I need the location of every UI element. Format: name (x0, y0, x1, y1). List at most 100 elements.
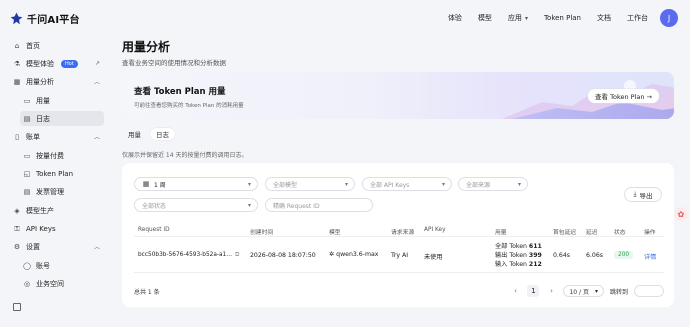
token-total: 全部 Token 611 (495, 243, 542, 250)
cube-icon: ◈ (14, 206, 20, 215)
status-select[interactable]: 全部状态 ▾ (134, 198, 258, 212)
sidebar-item-home[interactable]: ⌂ 首页 (10, 38, 104, 53)
sidebar-item-token-plan[interactable]: ◱ Token Plan (20, 166, 104, 181)
request-id-input[interactable]: 精确 Request ID (265, 198, 373, 212)
chevron-down-icon: ▾ (517, 181, 521, 188)
sidebar-item-logs[interactable]: ▤ 日志 (20, 111, 104, 126)
next-page-icon[interactable]: › (545, 285, 557, 297)
prev-page-icon[interactable]: ‹ (509, 285, 521, 297)
view-token-plan-button[interactable]: 查看 Token Plan → (588, 89, 659, 103)
chevron-up-icon: ︿ (93, 244, 100, 251)
page-size-select[interactable]: 10 / 页 ▾ (563, 285, 604, 297)
sidebar-item-model-production[interactable]: ◈ 模型生产 (10, 203, 104, 218)
banner-description: 可前往查看您购买的 Token Plan 的消耗用量 (134, 103, 244, 109)
chevron-down-icon: ▾ (247, 181, 251, 188)
model-cell: ✲ qwen3.6-max (329, 251, 379, 258)
gear-icon: ⚙ (13, 242, 21, 251)
details-link[interactable]: 详情 (644, 252, 656, 261)
source-select[interactable]: 全部来源 ▾ (458, 177, 528, 191)
brand-logo[interactable]: 千问AI平台 (10, 11, 80, 26)
col-model: 模型 (329, 230, 341, 236)
home-icon: ⌂ (14, 41, 20, 50)
invoice-icon: ▤ (23, 187, 31, 196)
collapse-sidebar-icon[interactable] (13, 303, 21, 311)
token-output: 输出 Token 399 (495, 252, 542, 259)
sidebar-item-model-experience[interactable]: ⚗ 模型体验 Hot ↗ (10, 56, 104, 71)
page-number[interactable]: 1 (527, 285, 540, 297)
source-cell: Try AI (391, 252, 409, 259)
col-status: 状态 (614, 230, 626, 236)
chevron-down-icon: ▾ (594, 287, 598, 295)
total-count: 总共 1 条 (134, 289, 160, 296)
retention-note: 仅展示并保留近 14 天的按量付费的调用日志。 (122, 152, 248, 159)
top-nav: 体验 模型 应用 ▾ Token Plan 文档 工作台 J (432, 0, 678, 36)
nav-apps[interactable]: 应用 ▾ (508, 13, 528, 23)
model-select[interactable]: 全部模型 ▾ (265, 177, 355, 191)
brand-name: 千问AI平台 (27, 15, 80, 26)
bill-icon: ▯ (15, 132, 19, 141)
created-cell: 2026-08-08 18:07:50 (250, 252, 316, 259)
page-title: 用量分析 (122, 40, 171, 54)
logs-card: ▦ 1 周 ▾ 全部模型 ▾ 全部 API Keys ▾ 全部来源 ▾ ⤓ 导出… (122, 163, 674, 307)
chevron-down-icon: ▾ (344, 181, 348, 188)
col-action: 操作 (644, 230, 656, 236)
sidebar-group-usage-analysis[interactable]: ▦ 用量分析 ︿ (10, 74, 104, 89)
nav-workbench[interactable]: 工作台 (627, 13, 648, 23)
hot-badge: Hot (61, 59, 78, 68)
user-avatar[interactable]: J (660, 9, 678, 27)
col-source: 请求来源 (391, 230, 415, 236)
nav-token-plan[interactable]: Token Plan (544, 14, 581, 22)
chevron-down-icon: ▾ (247, 202, 251, 209)
tab-usage[interactable]: 用量 (122, 128, 147, 140)
sidebar-item-workspace[interactable]: ◎ 业务空间 (20, 276, 104, 291)
api-key-cell: 未使用 (424, 254, 443, 261)
plan-icon: ◱ (23, 169, 31, 178)
time-range-select[interactable]: ▦ 1 周 ▾ (134, 177, 258, 191)
top-bar: 千问AI平台 体验 模型 应用 ▾ Token Plan 文档 工作台 J (0, 0, 690, 36)
col-latency: 延迟 (586, 230, 598, 236)
table-row: bcc50b3b-5676-4593-b52a-a1… ⧉ 2026-08-08… (134, 239, 664, 273)
sidebar-item-account[interactable]: ◯ 账号 (20, 258, 104, 273)
token-input: 输入 Token 212 (495, 261, 542, 268)
jump-page-input[interactable] (634, 285, 664, 297)
api-key-select[interactable]: 全部 API Keys ▾ (362, 177, 452, 191)
sidebar-group-settings[interactable]: ⚙ 设置 ︿ (10, 239, 104, 254)
space-icon: ◎ (23, 279, 31, 288)
chevron-down-icon: ▾ (441, 181, 445, 188)
sidebar-item-usage[interactable]: ▭ 用量 (20, 93, 104, 108)
chart-icon: ▦ (13, 77, 21, 86)
col-usage: 用量 (495, 230, 507, 236)
sidebar-item-api-keys[interactable]: ⚿ API Keys (10, 221, 104, 236)
nav-docs[interactable]: 文档 (597, 13, 611, 23)
sidebar-item-invoice[interactable]: ▤ 发票管理 (20, 184, 104, 199)
tab-logs[interactable]: 日志 (150, 128, 175, 140)
key-icon: ⚿ (14, 224, 20, 233)
col-request-id: Request ID (138, 227, 170, 233)
bar-icon: ▭ (23, 96, 31, 105)
sidebar: ⌂ 首页 ⚗ 模型体验 Hot ↗ ▦ 用量分析 ︿ ▭ 用量 ▤ 日志 ▯ 账… (0, 36, 112, 327)
banner-title: 查看 Token Plan 用量 (134, 87, 226, 97)
brand-logo-icon (10, 12, 23, 25)
nav-experience[interactable]: 体验 (448, 13, 462, 23)
latency-cell: 6.06s (586, 252, 604, 259)
view-tabs: 用量 日志 (122, 128, 175, 140)
copy-icon[interactable]: ⧉ (235, 251, 239, 259)
model-logo-icon: ✲ (329, 251, 335, 258)
floating-assistant-icon[interactable]: ✿ (674, 207, 688, 221)
flask-icon: ⚗ (13, 59, 21, 68)
status-badge: 200 (614, 251, 634, 259)
export-button[interactable]: ⤓ 导出 (624, 187, 662, 202)
col-created: 创建时间 (250, 230, 274, 236)
usage-cell: 全部 Token 611 输出 Token 399 输入 Token 212 (495, 242, 542, 269)
col-api-key: API Key (424, 227, 446, 233)
pager: ‹ 1 › 10 / 页 ▾ 跳转到 (509, 284, 664, 298)
sidebar-group-billing[interactable]: ▯ 账单 ︿ (10, 129, 104, 144)
token-plan-banner: 查看 Token Plan 用量 可前往查看您购买的 Token Plan 的消… (122, 72, 674, 119)
sidebar-item-pay-as-you-go[interactable]: ▭ 按量付费 (20, 148, 104, 163)
col-first-latency: 首包延迟 (553, 230, 577, 236)
request-id-cell: bcc50b3b-5676-4593-b52a-a1… (138, 252, 232, 258)
calendar-icon: ▦ (142, 180, 150, 188)
chevron-down-icon: ▾ (524, 14, 528, 22)
chevron-up-icon: ︿ (93, 79, 100, 86)
nav-models[interactable]: 模型 (478, 13, 492, 23)
